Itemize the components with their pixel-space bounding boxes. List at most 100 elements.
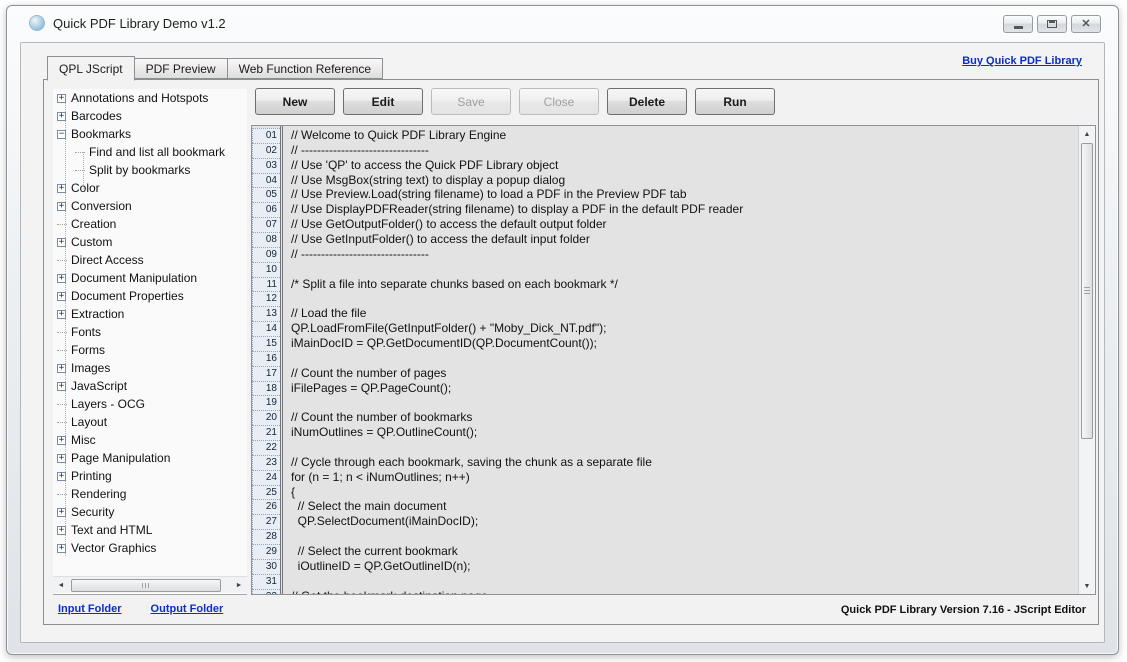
tree-item-label[interactable]: Security (71, 505, 114, 519)
tree-item-creation[interactable]: Creation (53, 215, 247, 233)
tree-horizontal-scrollbar[interactable]: ◄ ► (53, 576, 247, 593)
tab-web-function-reference[interactable]: Web Function Reference (227, 58, 384, 79)
expand-plus-icon[interactable]: + (57, 382, 66, 391)
new-button[interactable]: New (255, 88, 335, 115)
expand-plus-icon[interactable]: + (57, 472, 66, 481)
tree-item-label[interactable]: Creation (71, 217, 116, 231)
tree-item-color[interactable]: + Color (53, 179, 247, 197)
tree-item-label[interactable]: Layers - OCG (71, 397, 145, 411)
minimize-button[interactable] (1003, 15, 1033, 33)
tree-item-page-manipulation[interactable]: + Page Manipulation (53, 449, 247, 467)
tree-item-rendering[interactable]: Rendering (53, 485, 247, 503)
tree-item-label[interactable]: Printing (71, 469, 112, 483)
buy-library-link[interactable]: Buy Quick PDF Library (962, 55, 1082, 67)
tree-item-forms[interactable]: Forms (53, 341, 247, 359)
expand-plus-icon[interactable]: + (57, 184, 66, 193)
tree-item-label[interactable]: Rendering (71, 487, 126, 501)
tree-item-layers-ocg[interactable]: Layers - OCG (53, 395, 247, 413)
tree-item-label[interactable]: Forms (71, 343, 105, 357)
delete-button[interactable]: Delete (607, 88, 687, 115)
edit-button[interactable]: Edit (343, 88, 423, 115)
script-category-tree[interactable]: +Annotations and Hotspots+Barcodes−Bookm… (53, 89, 247, 595)
tree-item-label[interactable]: Color (71, 181, 100, 195)
tree-item-document-properties[interactable]: + Document Properties (53, 287, 247, 305)
expand-plus-icon[interactable]: + (57, 508, 66, 517)
scroll-up-arrow-icon[interactable]: ▲ (1079, 126, 1095, 142)
tree-item-label[interactable]: Document Manipulation (71, 271, 197, 285)
code-area[interactable]: // Welcome to Quick PDF Library Engine//… (286, 126, 1078, 594)
tree-item-label[interactable]: Direct Access (71, 253, 144, 267)
tree-item-conversion[interactable]: + Conversion (53, 197, 247, 215)
tree-item-label[interactable]: Split by bookmarks (89, 163, 190, 177)
tree-item-label[interactable]: Conversion (71, 199, 132, 213)
code-line (291, 440, 1078, 455)
scroll-left-arrow-icon[interactable]: ◄ (53, 577, 69, 594)
tree-item-document-manipulation[interactable]: + Document Manipulation (53, 269, 247, 287)
maximize-button[interactable] (1037, 15, 1067, 33)
expand-plus-icon[interactable]: + (57, 112, 66, 121)
collapse-minus-icon[interactable]: − (57, 130, 66, 139)
output-folder-link[interactable]: Output Folder (151, 603, 224, 615)
tree-item-label[interactable]: Bookmarks (71, 127, 131, 141)
line-number: 23 (252, 455, 280, 470)
tree-item-label[interactable]: Custom (71, 235, 112, 249)
tree-item-custom[interactable]: + Custom (53, 233, 247, 251)
tree-item-barcodes[interactable]: + Barcodes (53, 107, 247, 125)
tree-item-text-and-html[interactable]: + Text and HTML (53, 521, 247, 539)
tree-item-label[interactable]: Images (71, 361, 110, 375)
line-number: 07 (252, 217, 280, 232)
tree-item-label[interactable]: Find and list all bookmark (89, 145, 225, 159)
tree-item-bookmarks[interactable]: −Bookmarks (53, 125, 247, 143)
expand-plus-icon[interactable]: + (57, 544, 66, 553)
expand-plus-icon[interactable]: + (57, 202, 66, 211)
tree-item-layout[interactable]: Layout (53, 413, 247, 431)
expand-plus-icon[interactable]: + (57, 238, 66, 247)
tree-item-misc[interactable]: + Misc (53, 431, 247, 449)
tab-qpl-jscript[interactable]: QPL JScript (47, 56, 135, 81)
expand-plus-icon[interactable]: + (57, 454, 66, 463)
horizontal-scrollbar-thumb[interactable] (71, 579, 221, 592)
line-number: 11 (252, 277, 280, 292)
expand-plus-icon[interactable]: + (57, 274, 66, 283)
tab-pdf-preview[interactable]: PDF Preview (134, 58, 228, 79)
editor-vertical-scrollbar[interactable]: ▲ ▼ (1078, 126, 1095, 594)
scroll-right-arrow-icon[interactable]: ► (231, 577, 247, 594)
tree-item-direct-access[interactable]: Direct Access (53, 251, 247, 269)
expand-plus-icon[interactable]: + (57, 526, 66, 535)
tree-item-split-by-bookmarks[interactable]: Split by bookmarks (53, 161, 247, 179)
tree-item-label[interactable]: Fonts (71, 325, 101, 339)
code-line: // -------------------------------- (291, 143, 1078, 158)
tree-item-label[interactable]: Text and HTML (71, 523, 152, 537)
line-number: 08 (252, 232, 280, 247)
expand-plus-icon[interactable]: + (57, 94, 66, 103)
tree-item-label[interactable]: Page Manipulation (71, 451, 170, 465)
expand-plus-icon[interactable]: + (57, 436, 66, 445)
expand-plus-icon[interactable]: + (57, 364, 66, 373)
tree-branch-stub (57, 350, 67, 351)
tree-item-label[interactable]: Vector Graphics (71, 541, 156, 555)
vertical-scrollbar-thumb[interactable] (1081, 143, 1093, 439)
expand-plus-icon[interactable]: + (57, 292, 66, 301)
tree-item-vector-graphics[interactable]: + Vector Graphics (53, 539, 247, 557)
tree-item-find-and-list-all-bookmark[interactable]: Find and list all bookmark (53, 143, 247, 161)
tree-item-label[interactable]: Extraction (71, 307, 124, 321)
tree-item-label[interactable]: Misc (71, 433, 96, 447)
tree-item-fonts[interactable]: Fonts (53, 323, 247, 341)
tree-item-label[interactable]: JavaScript (71, 379, 127, 393)
tree-item-images[interactable]: + Images (53, 359, 247, 377)
scroll-down-arrow-icon[interactable]: ▼ (1079, 578, 1095, 594)
run-button[interactable]: Run (695, 88, 775, 115)
input-folder-link[interactable]: Input Folder (58, 603, 122, 615)
close-button[interactable]: ✕ (1071, 15, 1101, 33)
tree-item-extraction[interactable]: + Extraction (53, 305, 247, 323)
tree-item-security[interactable]: + Security (53, 503, 247, 521)
tree-item-javascript[interactable]: + JavaScript (53, 377, 247, 395)
title-bar[interactable]: Quick PDF Library Demo v1.2 ✕ (7, 6, 1118, 40)
tree-item-label[interactable]: Barcodes (71, 109, 122, 123)
tree-item-printing[interactable]: + Printing (53, 467, 247, 485)
tree-item-label[interactable]: Layout (71, 415, 107, 429)
expand-plus-icon[interactable]: + (57, 310, 66, 319)
tree-item-annotations-and-hotspots[interactable]: + Annotations and Hotspots (53, 89, 247, 107)
tree-item-label[interactable]: Document Properties (71, 289, 184, 303)
tree-item-label[interactable]: Annotations and Hotspots (71, 91, 208, 105)
